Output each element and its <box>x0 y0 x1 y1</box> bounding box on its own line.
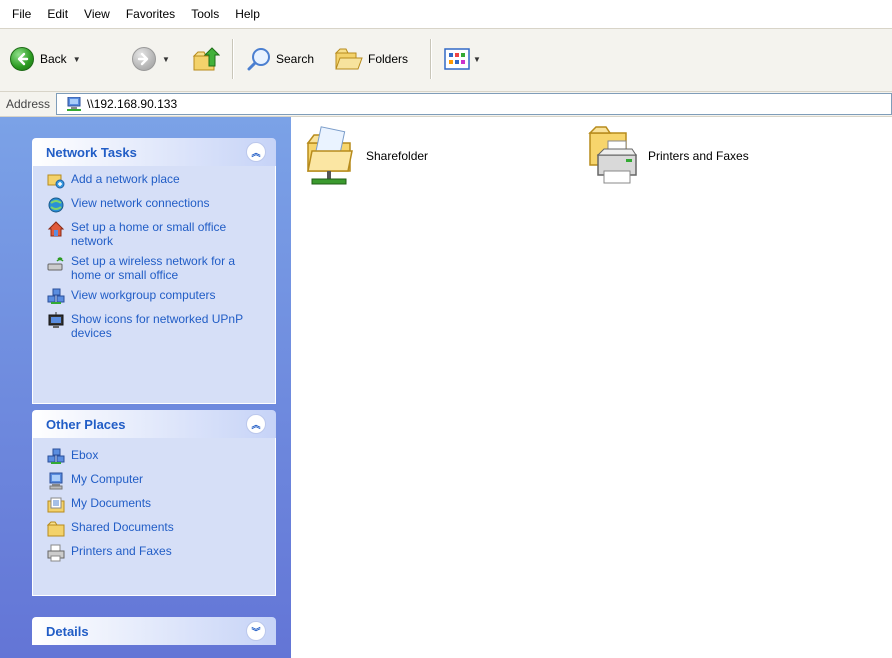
place-label: My Computer <box>71 472 144 486</box>
address-label: Address <box>6 97 51 111</box>
task-label: Set up a wireless network for a home or … <box>71 254 236 282</box>
other-places-header[interactable]: Other Places ︽ <box>32 410 276 438</box>
network-tasks-panel: Network Tasks ︽ Add a network place View… <box>32 138 276 404</box>
menu-bar: File Edit View Favorites Tools Help <box>0 0 892 29</box>
place-ebox[interactable]: Ebox <box>47 448 267 466</box>
network-tasks-body: Add a network place View network connect… <box>32 166 276 404</box>
menu-favorites[interactable]: Favorites <box>118 0 183 28</box>
network-place-icon <box>47 174 65 189</box>
item-label: Printers and Faxes <box>648 149 749 163</box>
back-button[interactable]: Back ▼ <box>10 44 81 74</box>
place-shared-documents[interactable]: Shared Documents <box>47 520 267 538</box>
network-tasks-header[interactable]: Network Tasks ︽ <box>32 138 276 166</box>
task-view-workgroup[interactable]: View workgroup computers <box>47 288 267 306</box>
details-title: Details <box>46 623 89 639</box>
views-icon <box>444 48 470 70</box>
place-label: Shared Documents <box>71 520 174 534</box>
back-label: Back <box>40 52 67 66</box>
collapse-chevron-icon[interactable]: ︽ <box>246 414 266 434</box>
search-button[interactable]: Search <box>246 44 314 74</box>
task-show-upnp-icons[interactable]: Show icons for networked UPnP devices <box>47 312 267 340</box>
place-printers-faxes[interactable]: Printers and Faxes <box>47 544 267 562</box>
up-folder-button[interactable] <box>192 44 220 74</box>
details-header[interactable]: Details ︾ <box>32 617 276 645</box>
search-label: Search <box>276 52 315 66</box>
expand-chevron-icon[interactable]: ︾ <box>246 621 266 641</box>
home-network-icon <box>47 221 65 237</box>
upnp-icon <box>48 312 64 328</box>
task-setup-home-network[interactable]: Set up a home or small office network <box>47 220 267 248</box>
network-connections-icon <box>48 197 64 213</box>
toolbar-separator <box>430 39 432 79</box>
menu-file[interactable]: File <box>0 0 39 28</box>
folders-icon <box>334 48 363 70</box>
workgroup-icon <box>47 288 65 304</box>
content-area: Sharefolder Printers and Faxes <box>292 117 892 658</box>
menu-view[interactable]: View <box>76 0 118 28</box>
menu-help[interactable]: Help <box>227 0 268 28</box>
workgroup-icon <box>47 448 65 464</box>
task-label: Show icons for networked UPnP devices <box>71 312 243 340</box>
collapse-chevron-icon[interactable]: ︽ <box>246 142 266 162</box>
documents-icon <box>47 497 65 513</box>
toolbar: Back ▼ ▼ Search Folders ▼ <box>0 29 892 92</box>
address-value: \\192.168.90.133 <box>87 97 178 111</box>
forward-dropdown-icon[interactable]: ▼ <box>162 55 170 64</box>
shared-folder-icon <box>306 126 353 185</box>
up-folder-icon <box>192 47 220 71</box>
printers-folder-icon <box>588 126 637 184</box>
address-input[interactable]: \\192.168.90.133 <box>56 93 892 115</box>
search-icon <box>247 48 270 71</box>
back-arrow-icon <box>10 47 34 71</box>
task-label: Set up a home or small office network <box>71 220 227 248</box>
place-my-computer[interactable]: My Computer <box>47 472 267 490</box>
task-pane: Network Tasks ︽ Add a network place View… <box>0 117 291 658</box>
address-bar: Address \\192.168.90.133 <box>0 92 892 117</box>
views-button[interactable]: ▼ <box>444 44 481 74</box>
folders-label: Folders <box>368 52 409 66</box>
task-label: View workgroup computers <box>71 288 216 302</box>
computer-icon <box>49 472 63 490</box>
folder-icon <box>47 521 65 537</box>
sharefolder-item[interactable]: Sharefolder <box>304 125 428 187</box>
menu-tools[interactable]: Tools <box>183 0 227 28</box>
toolbar-separator <box>232 39 234 79</box>
other-places-panel: Other Places ︽ Ebox My Computer My Docum… <box>32 410 276 596</box>
folders-button[interactable]: Folders <box>334 44 408 74</box>
other-places-title: Other Places <box>46 416 126 432</box>
task-label: Add a network place <box>71 172 180 186</box>
network-tasks-title: Network Tasks <box>46 144 137 160</box>
place-label: Ebox <box>71 448 99 462</box>
item-label: Sharefolder <box>366 149 429 163</box>
task-label: View network connections <box>71 196 210 210</box>
task-add-network-place[interactable]: Add a network place <box>47 172 267 190</box>
details-panel: Details ︾ <box>32 617 276 645</box>
other-places-body: Ebox My Computer My Documents Shared Doc… <box>32 438 276 596</box>
place-label: Printers and Faxes <box>71 544 172 558</box>
network-computer-icon <box>67 97 82 111</box>
place-my-documents[interactable]: My Documents <box>47 496 267 514</box>
forward-button[interactable]: ▼ <box>132 44 170 74</box>
back-dropdown-icon[interactable]: ▼ <box>73 55 81 64</box>
task-setup-wireless-network[interactable]: Set up a wireless network for a home or … <box>47 254 267 282</box>
forward-arrow-icon <box>132 47 156 71</box>
views-dropdown-icon[interactable]: ▼ <box>473 55 481 64</box>
wireless-network-icon <box>47 257 64 271</box>
place-label: My Documents <box>71 496 152 510</box>
task-view-network-connections[interactable]: View network connections <box>47 196 267 214</box>
menu-edit[interactable]: Edit <box>39 0 76 28</box>
printer-icon <box>47 544 65 562</box>
printers-faxes-item[interactable]: Printers and Faxes <box>586 125 749 187</box>
